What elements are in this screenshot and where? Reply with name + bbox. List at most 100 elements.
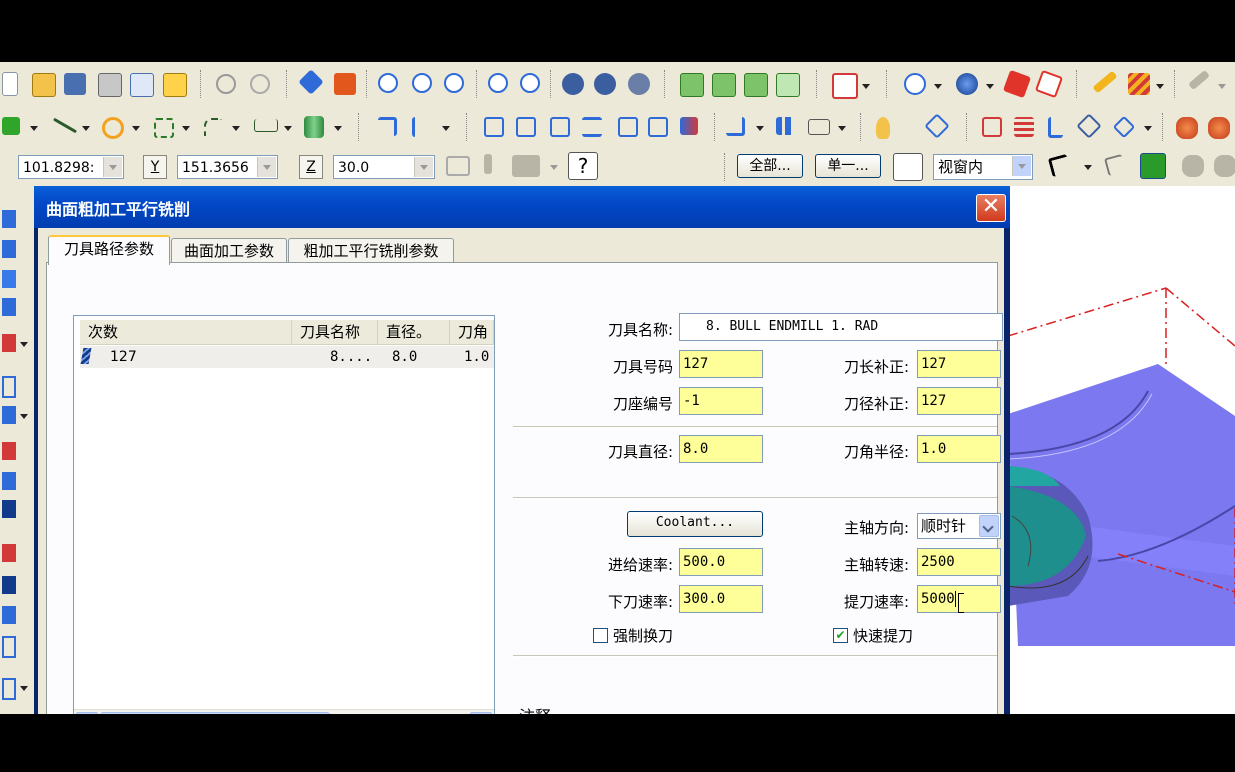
- line-icon[interactable]: [52, 117, 78, 134]
- undo-icon[interactable]: [216, 74, 236, 94]
- plunge-rate-field[interactable]: 300.0: [679, 585, 763, 613]
- cursor-outline-icon[interactable]: [1103, 153, 1127, 177]
- offset-icon[interactable]: [618, 117, 638, 137]
- cube-side-icon[interactable]: [744, 73, 768, 97]
- tool-list[interactable]: 次数 刀具名称 直径。 刀角 127 8.... 8.0 1.0 ◀ ▶: [73, 315, 495, 714]
- zoom-window-icon[interactable]: [378, 73, 398, 93]
- left-tool-icon[interactable]: [2, 678, 16, 700]
- analyze-icon[interactable]: [1188, 69, 1210, 91]
- pan-icon[interactable]: [298, 69, 324, 95]
- z-axis-label[interactable]: Z: [299, 155, 323, 179]
- length-offset-field[interactable]: 127: [917, 350, 1001, 378]
- redo-icon[interactable]: [250, 74, 270, 94]
- chevron-down-icon[interactable]: [979, 515, 999, 537]
- left-tool-icon[interactable]: [2, 544, 16, 562]
- print-icon[interactable]: [98, 73, 122, 97]
- repaint-icon[interactable]: [334, 73, 356, 95]
- exclamation-icon[interactable]: [484, 154, 492, 174]
- scroll-left-button[interactable]: ◀: [76, 712, 98, 714]
- column-header-corner[interactable]: 刀角: [450, 320, 494, 344]
- left-tool-icon[interactable]: [2, 334, 16, 352]
- fillet-icon[interactable]: [204, 118, 222, 136]
- dropdown-arrow-icon[interactable]: [1218, 84, 1226, 89]
- select-all-button[interactable]: 全部...: [737, 154, 803, 178]
- tool-diameter-field[interactable]: 8.0: [679, 435, 763, 463]
- point-icon[interactable]: [2, 117, 20, 135]
- tab-toolpath-parameters[interactable]: 刀具路径参数: [48, 235, 170, 265]
- left-tool-icon[interactable]: [2, 298, 16, 316]
- fast-point-icon[interactable]: [446, 156, 470, 176]
- verify-selection-icon[interactable]: [1140, 153, 1166, 179]
- book-icon[interactable]: [876, 117, 890, 139]
- rotate-entity-icon[interactable]: [550, 117, 570, 137]
- selection-mode-icon[interactable]: [893, 153, 923, 181]
- left-tool-icon[interactable]: [2, 472, 16, 490]
- dynamic-rotate-icon[interactable]: [594, 73, 616, 95]
- eraser-icon[interactable]: [982, 117, 1002, 137]
- chevron-down-icon[interactable]: [1012, 156, 1031, 176]
- rotate-icon[interactable]: [562, 73, 584, 95]
- globe-icon[interactable]: [904, 73, 926, 95]
- magnet-icon[interactable]: [1076, 113, 1102, 139]
- dropdown-arrow-icon[interactable]: [862, 84, 870, 89]
- left-tool-icon[interactable]: [2, 442, 16, 460]
- hatch-icon[interactable]: [1128, 73, 1150, 95]
- dialog-titlebar[interactable]: 曲面粗加工平行铣削 ✕: [34, 186, 1010, 228]
- dropdown-arrow-icon[interactable]: [30, 126, 38, 131]
- force-tool-change-checkbox[interactable]: [593, 628, 608, 643]
- tab-rough-parallel-parameters[interactable]: 粗加工平行铣削参数: [288, 238, 454, 263]
- solid-select2-icon[interactable]: [1214, 155, 1235, 177]
- wire-icon[interactable]: [1034, 69, 1064, 99]
- dropdown-arrow-icon[interactable]: [442, 126, 450, 131]
- rapid-retract-checkbox[interactable]: ✔: [833, 628, 848, 643]
- array-icon[interactable]: [648, 117, 668, 137]
- view-cube-icon[interactable]: [832, 73, 858, 99]
- project-icon[interactable]: [680, 117, 698, 135]
- chevron-down-icon[interactable]: [103, 157, 122, 177]
- left-tool-icon[interactable]: [2, 210, 16, 228]
- cube-top-icon[interactable]: [680, 73, 704, 97]
- mirror-icon[interactable]: [516, 117, 536, 137]
- left-tool-icon[interactable]: [2, 576, 16, 594]
- select-single-button[interactable]: 单一...: [815, 154, 881, 178]
- arc-icon[interactable]: [102, 117, 124, 139]
- left-tool-icon[interactable]: [2, 376, 16, 398]
- cube-front-icon[interactable]: [712, 73, 736, 97]
- tool-number-field[interactable]: 127: [679, 350, 763, 378]
- open-folder-icon[interactable]: [32, 73, 56, 97]
- zoom-in-icon[interactable]: [412, 73, 432, 93]
- coolant-button[interactable]: Coolant...: [627, 511, 763, 537]
- save-icon[interactable]: [64, 73, 86, 95]
- trim-icon[interactable]: [378, 117, 397, 136]
- scroll-right-button[interactable]: ▶: [470, 712, 492, 714]
- dropdown-arrow-icon[interactable]: [756, 126, 764, 131]
- chevron-down-icon[interactable]: [414, 157, 433, 177]
- shade-icon[interactable]: [956, 73, 978, 95]
- diamond-icon[interactable]: [1112, 115, 1136, 139]
- tab-surface-parameters[interactable]: 曲面加工参数: [171, 238, 287, 263]
- column-header-number[interactable]: 次数: [80, 320, 292, 344]
- x-coordinate-field[interactable]: 101.8298:: [18, 155, 124, 179]
- dropdown-arrow-icon[interactable]: [284, 126, 292, 131]
- cursor-arrow-icon[interactable]: [1047, 153, 1072, 178]
- dropdown-arrow-icon[interactable]: [1156, 84, 1164, 89]
- fixture-icon[interactable]: [1176, 117, 1198, 139]
- level-icon[interactable]: [776, 117, 794, 135]
- solid-select-icon[interactable]: [1182, 155, 1204, 177]
- dropdown-arrow-icon[interactable]: [550, 165, 558, 170]
- dropdown-arrow-icon[interactable]: [82, 126, 90, 131]
- left-tool-icon[interactable]: [2, 270, 16, 288]
- dropdown-arrow-icon[interactable]: [232, 126, 240, 131]
- cube-iso-icon[interactable]: [776, 73, 800, 97]
- zoom-out-icon[interactable]: [444, 73, 464, 93]
- divide-icon[interactable]: [412, 117, 425, 137]
- corner-radius-field[interactable]: 1.0: [917, 435, 1001, 463]
- selection-method-select[interactable]: 视窗内: [933, 154, 1033, 180]
- y-axis-label[interactable]: Y: [143, 155, 167, 179]
- zoom-target-icon[interactable]: [520, 73, 540, 93]
- left-tool-icon[interactable]: [2, 606, 16, 624]
- column-header-diameter[interactable]: 直径。: [378, 320, 450, 344]
- dropdown-arrow-icon[interactable]: [1084, 165, 1092, 170]
- dia-offset-field[interactable]: 127: [917, 387, 1001, 415]
- autocursor-icon[interactable]: [512, 155, 540, 177]
